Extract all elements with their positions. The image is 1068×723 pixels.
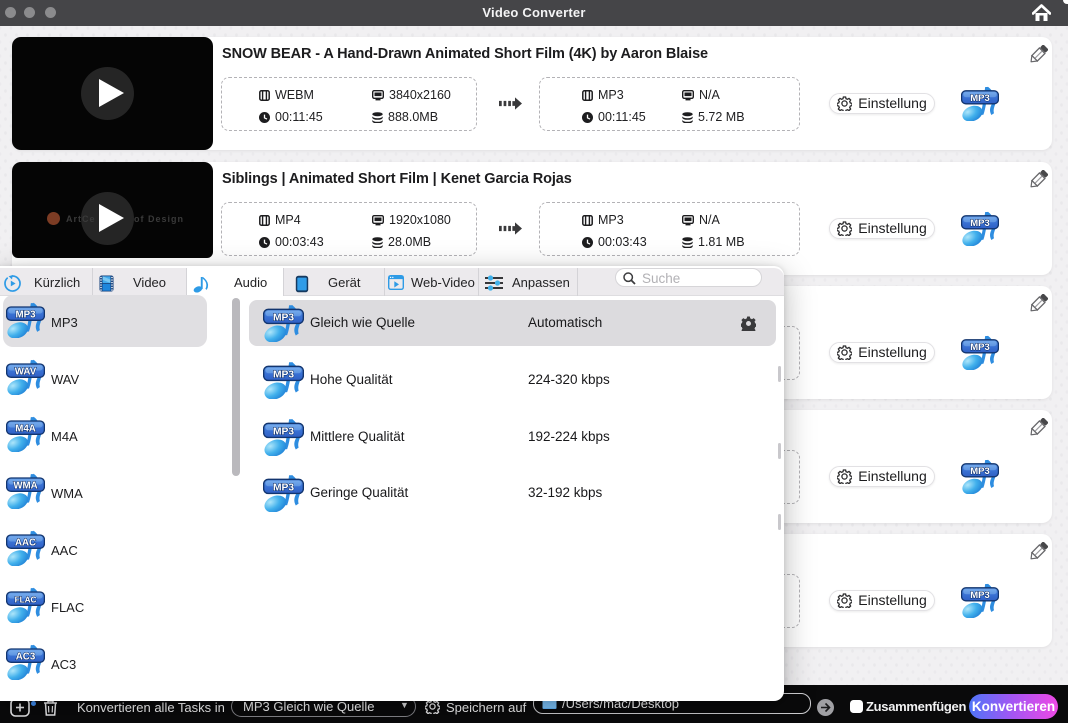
svg-text:AC3: AC3	[16, 651, 36, 662]
svg-text:MP3: MP3	[273, 369, 294, 380]
svg-text:MP3: MP3	[273, 482, 294, 493]
svg-text:MP3: MP3	[273, 426, 294, 437]
svg-text:FLAC: FLAC	[15, 595, 37, 604]
svg-text:MP3: MP3	[970, 466, 990, 477]
svg-text:MP3: MP3	[273, 312, 294, 323]
svg-text:MP3: MP3	[15, 309, 36, 320]
svg-text:AAC: AAC	[15, 537, 36, 548]
svg-text:WMA: WMA	[13, 480, 37, 491]
svg-text:MP3: MP3	[970, 590, 990, 601]
svg-text:M4A: M4A	[15, 423, 36, 434]
svg-text:MP3: MP3	[970, 218, 990, 229]
svg-text:MP3: MP3	[970, 93, 990, 104]
svg-text:MP3: MP3	[970, 342, 990, 353]
svg-text:WAV: WAV	[15, 366, 37, 377]
